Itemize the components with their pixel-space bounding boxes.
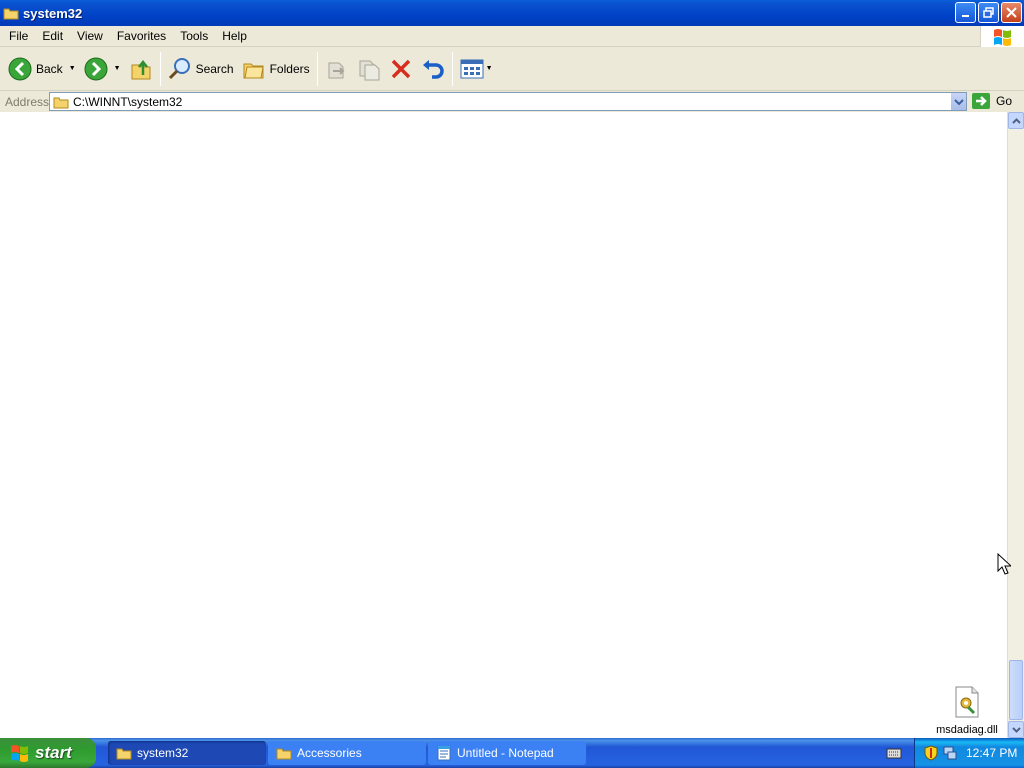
copy-to-icon [359, 60, 380, 80]
menu-view[interactable]: View [70, 29, 110, 43]
address-dropdown-button[interactable] [950, 93, 966, 110]
views-icon [460, 59, 484, 78]
taskbar-item-label: Untitled - Notepad [457, 746, 554, 760]
menu-edit[interactable]: Edit [35, 29, 70, 43]
chevron-down-icon [953, 98, 964, 105]
views-dropdown-icon[interactable]: ▼ [486, 65, 493, 72]
forward-button[interactable]: ▼ [80, 51, 125, 87]
window-title: system32 [23, 5, 83, 21]
search-icon [168, 57, 190, 79]
delete-x-icon [391, 59, 410, 78]
folders-label: Folders [269, 61, 310, 76]
delete-button[interactable] [385, 51, 417, 87]
minimize-button[interactable] [955, 2, 976, 23]
folder-icon [3, 8, 19, 20]
taskbar-item-accessories[interactable]: Accessories [268, 741, 426, 765]
minimize-icon [961, 14, 969, 17]
up-folder-button[interactable] [125, 51, 157, 87]
back-button[interactable]: Back ▼ [4, 51, 80, 87]
go-label: Go [996, 94, 1013, 108]
vertical-scrollbar[interactable] [1007, 112, 1024, 738]
chevron-down-icon [1011, 726, 1021, 733]
go-arrow-icon [972, 93, 990, 109]
file-name: msdadiag.dll [936, 724, 998, 736]
taskbar-item-label: Accessories [297, 746, 362, 760]
forward-dropdown-icon[interactable]: ▼ [114, 65, 121, 72]
windows-logo-icon [11, 745, 28, 762]
file-list-view[interactable]: msdadiag.dll [0, 112, 1007, 738]
forward-arrow-icon [84, 57, 108, 80]
scroll-thumb[interactable] [1009, 660, 1023, 720]
standard-toolbar: Back ▼ ▼ Search Folders ▼ [0, 47, 1024, 91]
clock[interactable]: 12:47 PM [966, 746, 1017, 760]
back-label: Back [36, 61, 63, 76]
go-button[interactable]: Go [971, 92, 1012, 110]
taskbar-item-system32[interactable]: system32 [108, 741, 266, 765]
up-folder-icon [131, 59, 151, 79]
windows-logo-icon [980, 26, 1024, 47]
address-field[interactable]: C:\WINNT\system32 [49, 92, 967, 111]
mouse-cursor-icon [997, 553, 1011, 575]
chevron-up-icon [1011, 117, 1021, 124]
address-bar: Address C:\WINNT\system32 Go [0, 91, 1024, 112]
menu-favorites[interactable]: Favorites [110, 29, 173, 43]
file-item[interactable]: msdadiag.dll [932, 686, 1002, 736]
folder-icon [276, 748, 292, 760]
dll-file-icon [955, 686, 979, 718]
restore-button[interactable] [978, 2, 999, 23]
taskbar-item-notepad[interactable]: Untitled - Notepad [428, 741, 586, 765]
menu-file[interactable]: File [0, 29, 35, 43]
scroll-up-button[interactable] [1008, 112, 1024, 129]
back-dropdown-icon[interactable]: ▼ [69, 65, 76, 72]
folders-button[interactable]: Folders [238, 51, 314, 87]
taskbar-item-label: system32 [137, 746, 189, 760]
toolbar-separator [451, 51, 453, 86]
window-titlebar[interactable]: system32 [0, 0, 1024, 26]
move-to-button[interactable] [321, 51, 353, 87]
views-button[interactable]: ▼ [456, 51, 497, 87]
toolbar-separator [159, 51, 161, 86]
search-label: Search [195, 61, 234, 76]
back-arrow-icon [8, 57, 32, 80]
move-to-icon [328, 62, 345, 78]
toolbar-separator [316, 51, 318, 86]
search-button[interactable]: Search [164, 51, 238, 87]
folder-icon [116, 748, 132, 760]
system-tray: 12:47 PM [914, 738, 1024, 768]
keyboard-icon[interactable] [886, 746, 902, 760]
menu-help[interactable]: Help [215, 29, 254, 43]
undo-button[interactable] [417, 51, 449, 87]
address-label: Address [5, 94, 50, 109]
close-button[interactable] [1001, 2, 1022, 23]
start-label: start [35, 743, 72, 762]
address-value: C:\WINNT\system32 [73, 94, 183, 109]
folders-icon [243, 63, 264, 78]
taskbar: start system32 Accessories Untitled - No… [0, 738, 1024, 768]
copy-to-button[interactable] [353, 51, 385, 87]
menu-tools[interactable]: Tools [173, 29, 215, 43]
undo-icon [422, 59, 444, 79]
security-shield-icon[interactable] [924, 745, 938, 761]
network-icon[interactable] [943, 745, 957, 761]
restore-icon [983, 7, 994, 18]
notepad-icon [437, 746, 451, 761]
folder-icon [53, 97, 69, 108]
start-button[interactable]: start [0, 738, 96, 768]
menubar: File Edit View Favorites Tools Help [0, 26, 1024, 47]
scroll-down-button[interactable] [1008, 721, 1024, 738]
close-icon [1006, 7, 1017, 18]
